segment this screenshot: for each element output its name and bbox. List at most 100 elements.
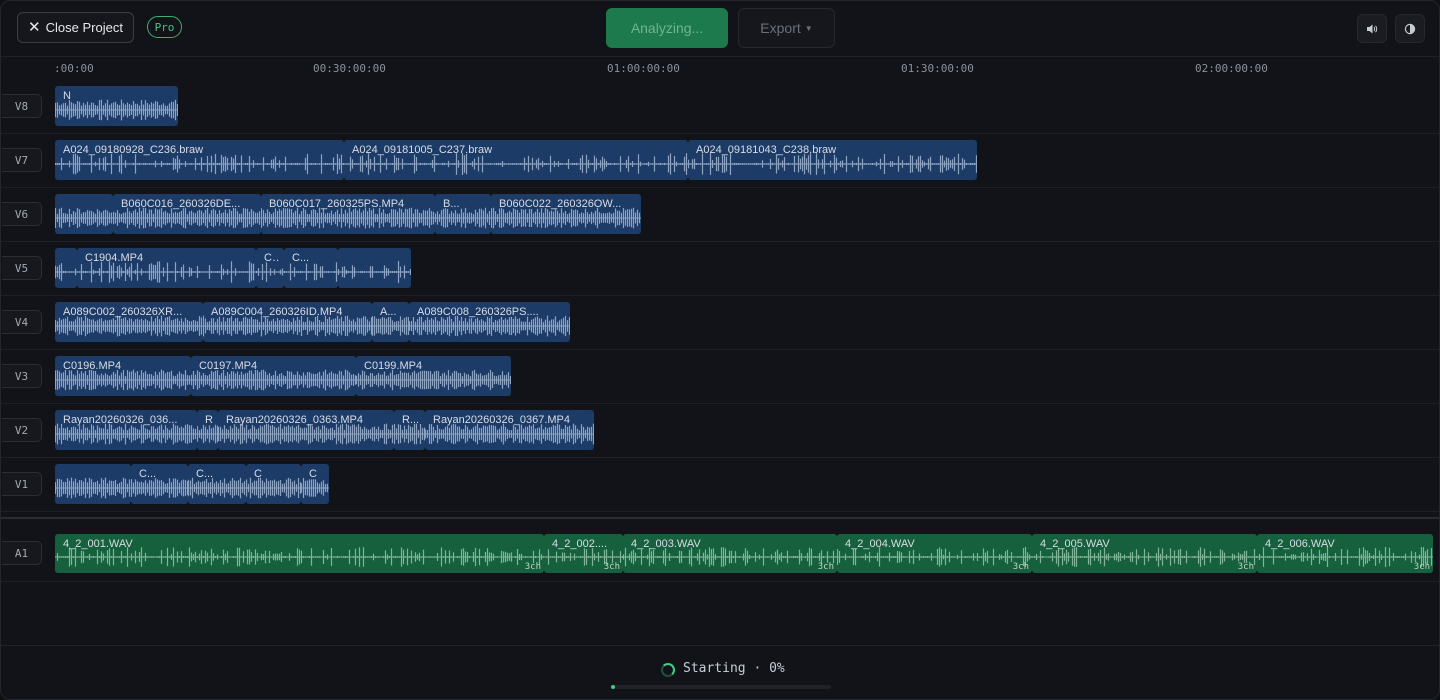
audio-clip[interactable]: 4_2_006.WAV 3ch	[1257, 534, 1433, 573]
ruler-tick: 02:00:00:00	[1195, 62, 1268, 75]
video-clip[interactable]: B...	[435, 194, 491, 234]
analyze-button[interactable]: Analyzing...	[606, 8, 728, 48]
track-label[interactable]: V2	[2, 418, 42, 442]
progress-bar	[611, 685, 831, 689]
video-clip[interactable]	[55, 194, 113, 234]
ruler-tick: 01:30:00:00	[901, 62, 974, 75]
track-label[interactable]: V6	[2, 202, 42, 226]
clip-name: A089C008_260326PS....	[417, 306, 539, 318]
volume-button[interactable]	[1357, 14, 1387, 43]
speaker-icon	[1367, 24, 1378, 33]
video-clip[interactable]	[338, 248, 411, 288]
video-clip[interactable]: R	[197, 410, 218, 450]
clip-name: C0197.MP4	[199, 360, 258, 372]
clip-name: N	[63, 90, 71, 102]
channel-count: 3ch	[524, 562, 541, 572]
waveform	[55, 477, 131, 499]
clip-name: Rayan20260326_036...	[63, 414, 178, 426]
audio-clip[interactable]: 4_2_005.WAV 3ch	[1032, 534, 1257, 573]
video-clip[interactable]: A024_09181005_C237.braw	[344, 140, 688, 180]
track-label[interactable]: V7	[2, 148, 42, 172]
video-clip[interactable]: B060C022_260326OW...	[491, 194, 641, 234]
clip-name: Rayan20260326_0363.MP4	[226, 414, 364, 426]
clip-name: C...	[264, 252, 280, 264]
track-label[interactable]: V4	[2, 310, 42, 334]
video-clip[interactable]: C0196.MP4	[55, 356, 191, 396]
analyze-label: Analyzing...	[630, 20, 704, 36]
track-label[interactable]: V8	[2, 94, 42, 118]
video-clip[interactable]: A024_09181043_C238.braw	[688, 140, 977, 180]
theme-toggle-button[interactable]	[1395, 14, 1425, 43]
video-clip[interactable]: A089C002_260326XR...	[55, 302, 203, 342]
export-label: Export	[760, 20, 801, 36]
clip-name: C	[254, 468, 262, 480]
clip-name: C0199.MP4	[364, 360, 423, 372]
video-clip[interactable]: N	[55, 86, 178, 126]
video-clip[interactable]: Rayan20260326_036...	[55, 410, 197, 450]
video-clip[interactable]: C...	[188, 464, 246, 504]
track-label[interactable]: A1	[2, 541, 42, 565]
video-clip[interactable]: Rayan20260326_0367.MP4	[425, 410, 594, 450]
close-project-button[interactable]: ✕ Close Project	[17, 12, 134, 43]
waveform	[55, 207, 113, 229]
track-v8: V8 N	[1, 79, 1439, 134]
channel-count: 3ch	[603, 562, 620, 572]
video-clip[interactable]: C0199.MP4	[356, 356, 511, 396]
video-clip[interactable]: C	[301, 464, 329, 504]
video-clip[interactable]: C...	[256, 248, 284, 288]
audio-clip[interactable]: 4_2_002.... 3ch	[544, 534, 623, 573]
audio-clip[interactable]: 4_2_004.WAV 3ch	[837, 534, 1032, 573]
video-clip[interactable]: A024_09180928_C236.braw	[55, 140, 344, 180]
progress-fill	[611, 685, 616, 689]
video-clip[interactable]: Rayan20260326_0363.MP4	[218, 410, 394, 450]
video-audio-divider	[1, 517, 1439, 519]
track-v1: V1 C... C... C C	[1, 457, 1439, 512]
status-bar: Starting · 0%	[1, 645, 1439, 699]
video-clip[interactable]: C0197.MP4	[191, 356, 356, 396]
track-label[interactable]: V5	[2, 256, 42, 280]
clip-name: 4_2_006.WAV	[1265, 538, 1335, 550]
track-v4: V4 A089C002_260326XR... A089C004_260326ID.…	[1, 295, 1439, 350]
video-clip[interactable]: B060C017_260325PS.MP4	[261, 194, 435, 234]
status-text: Starting · 0%	[683, 661, 785, 676]
audio-clip[interactable]: 4_2_001.WAV 3ch	[55, 534, 544, 573]
timecode-ruler[interactable]: :00:00 00:30:00:00 01:00:00:00 01:30:00:…	[1, 57, 1439, 81]
track-v2: V2 Rayan20260326_036... R Rayan20260326_036…	[1, 403, 1439, 458]
track-v5: V5 C1904.MP4 C... C...	[1, 241, 1439, 296]
track-label[interactable]: V3	[2, 364, 42, 388]
export-button[interactable]: Export ▼	[738, 8, 835, 48]
video-clip[interactable]: B060C016_260326DE...	[113, 194, 261, 234]
app-window: ✕ Close Project Pro Analyzing... Export …	[0, 0, 1440, 700]
ruler-tick: 00:30:00:00	[313, 62, 386, 75]
clip-name: C...	[292, 252, 310, 264]
video-clip[interactable]: A089C004_260326ID.MP4	[203, 302, 372, 342]
audio-clip[interactable]: 4_2_003.WAV 3ch	[623, 534, 837, 573]
channel-count: 3ch	[817, 562, 834, 572]
clip-name: A...	[380, 306, 397, 318]
video-clip[interactable]: A...	[372, 302, 409, 342]
chevron-down-icon: ▼	[804, 23, 813, 33]
track-a1: A1 4_2_001.WAV 3ch 4_2_002.... 3ch 4_2_003.WA…	[1, 525, 1439, 582]
contrast-icon	[1404, 23, 1416, 34]
clip-name: C0196.MP4	[63, 360, 122, 372]
video-clip[interactable]	[55, 248, 77, 288]
track-label[interactable]: V1	[2, 472, 42, 496]
video-clip[interactable]: C...	[131, 464, 188, 504]
clip-name: 4_2_003.WAV	[631, 538, 701, 550]
video-clip[interactable]: A089C008_260326PS....	[409, 302, 570, 342]
clip-name: B060C022_260326OW...	[499, 198, 622, 210]
clip-name: 4_2_005.WAV	[1040, 538, 1110, 550]
video-clip[interactable]: R...	[394, 410, 425, 450]
video-clip[interactable]: C	[246, 464, 301, 504]
video-clip[interactable]: C1904.MP4	[77, 248, 256, 288]
video-clip[interactable]	[55, 464, 131, 504]
clip-name: 4_2_002....	[552, 538, 608, 550]
channel-count: 3ch	[1012, 562, 1029, 572]
waveform	[55, 263, 77, 281]
video-clip[interactable]: C...	[284, 248, 338, 288]
clip-name: A024_09180928_C236.braw	[63, 144, 204, 156]
pro-badge: Pro	[147, 16, 182, 38]
channel-count: 3ch	[1237, 562, 1254, 572]
clip-name: A089C004_260326ID.MP4	[211, 306, 343, 318]
track-v3: V3 C0196.MP4 C0197.MP4 C0199.MP4	[1, 349, 1439, 404]
